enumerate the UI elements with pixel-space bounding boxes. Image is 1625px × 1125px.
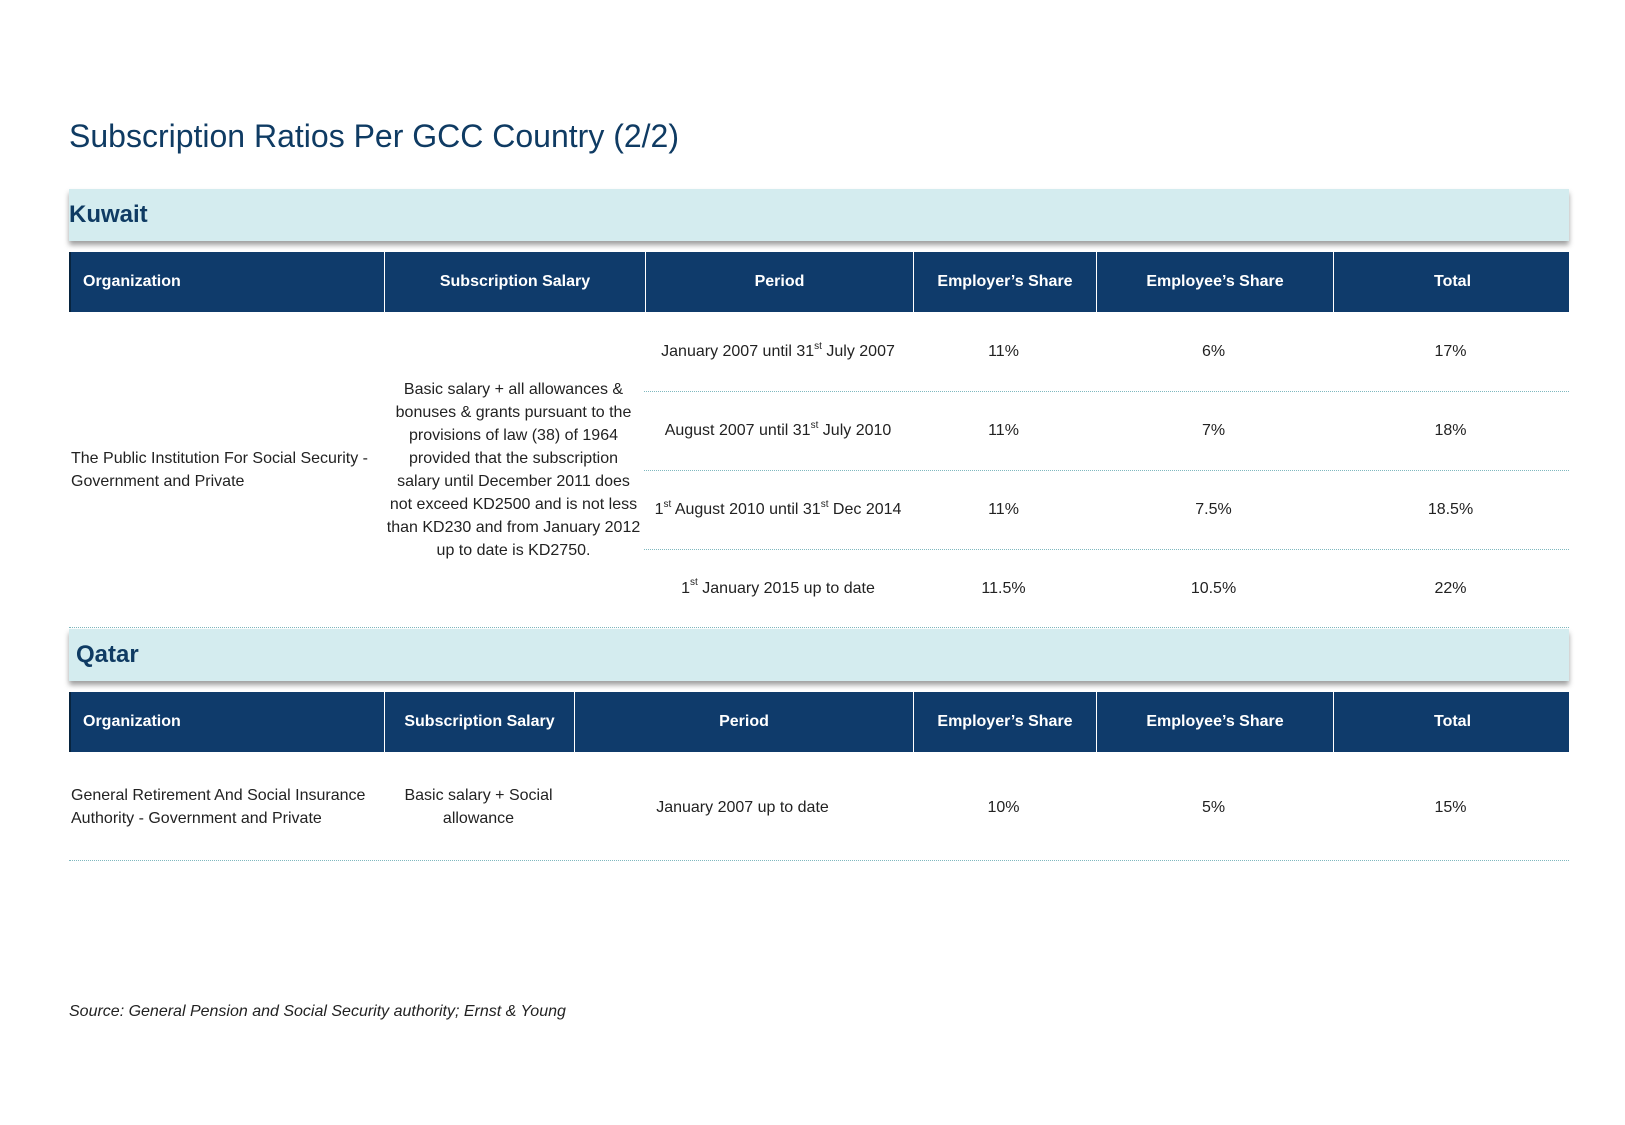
kuwait-row-employer-share: 11% [988, 422, 1019, 439]
kuwait-row-period: 1st January 2015 up to date [681, 577, 875, 597]
kuwait-row-period: 1st August 2010 until 31st Dec 2014 [654, 498, 902, 518]
section-divider [69, 627, 1569, 628]
kuwait-row-total: 18.5% [1427, 501, 1474, 518]
kuwait-header-subscription-salary: Subscription Salary [385, 252, 646, 312]
kuwait-row-employee-share: 6% [1201, 343, 1226, 360]
kuwait-subscription-salary: Basic salary + all allowances & bonuses … [386, 380, 641, 559]
kuwait-row-employer-share: 11% [988, 343, 1019, 360]
kuwait-row-period: August 2007 until 31st July 2010 [664, 419, 892, 439]
kuwait-row-total: 17% [1434, 343, 1467, 360]
kuwait-row-total: 22% [1434, 579, 1467, 597]
qatar-header-subscription-salary: Subscription Salary [385, 692, 575, 752]
kuwait-row-employer-share: 11% [988, 501, 1019, 518]
qatar-header-organization: Organization [71, 692, 385, 752]
qatar-employee-share: 5% [1201, 798, 1226, 816]
kuwait-header-employer-share: Employer’s Share [914, 252, 1097, 312]
qatar-header-employee-share: Employee’s Share [1097, 692, 1334, 752]
kuwait-row-employee-share: 7.5% [1195, 501, 1232, 518]
qatar-header-period: Period [575, 692, 914, 752]
source-note: Source: General Pension and Social Secur… [69, 1003, 566, 1020]
qatar-header-total: Total [1433, 713, 1472, 730]
kuwait-row-employer-share: 11.5% [981, 579, 1026, 597]
qatar-period: January 2007 up to date [656, 798, 829, 816]
kuwait-row-total: 18% [1434, 422, 1467, 439]
kuwait-organization: The Public Institution For Social Securi… [71, 449, 369, 490]
kuwait-header-total: Total [1433, 273, 1472, 290]
qatar-section-band: Qatar [69, 629, 1569, 681]
kuwait-header-organization: Organization [71, 252, 385, 312]
page-title: Subscription Ratios Per GCC Country (2/2… [69, 118, 679, 154]
qatar-subscription-salary: Basic salary + Social allowance [404, 787, 553, 827]
kuwait-section-label: Kuwait [69, 201, 148, 228]
kuwait-table-header: Organization Subscription Salary Period … [69, 252, 1569, 312]
qatar-organization: General Retirement And Social Insurance … [71, 787, 366, 827]
section-divider [69, 860, 1569, 861]
kuwait-header-employee-share: Employee’s Share [1097, 252, 1334, 312]
qatar-total: 15% [1434, 798, 1467, 816]
qatar-employer-share: 10% [987, 798, 1020, 816]
kuwait-header-period: Period [646, 252, 914, 312]
kuwait-row-employee-share: 7% [1201, 422, 1226, 439]
qatar-table-header: Organization Subscription Salary Period … [69, 692, 1569, 752]
kuwait-section-band: Kuwait [69, 189, 1569, 241]
kuwait-row-period: January 2007 until 31st July 2007 [661, 340, 895, 360]
qatar-header-employer-share: Employer’s Share [914, 692, 1097, 752]
kuwait-row-employee-share: 10.5% [1190, 579, 1237, 597]
qatar-section-label: Qatar [76, 641, 139, 668]
